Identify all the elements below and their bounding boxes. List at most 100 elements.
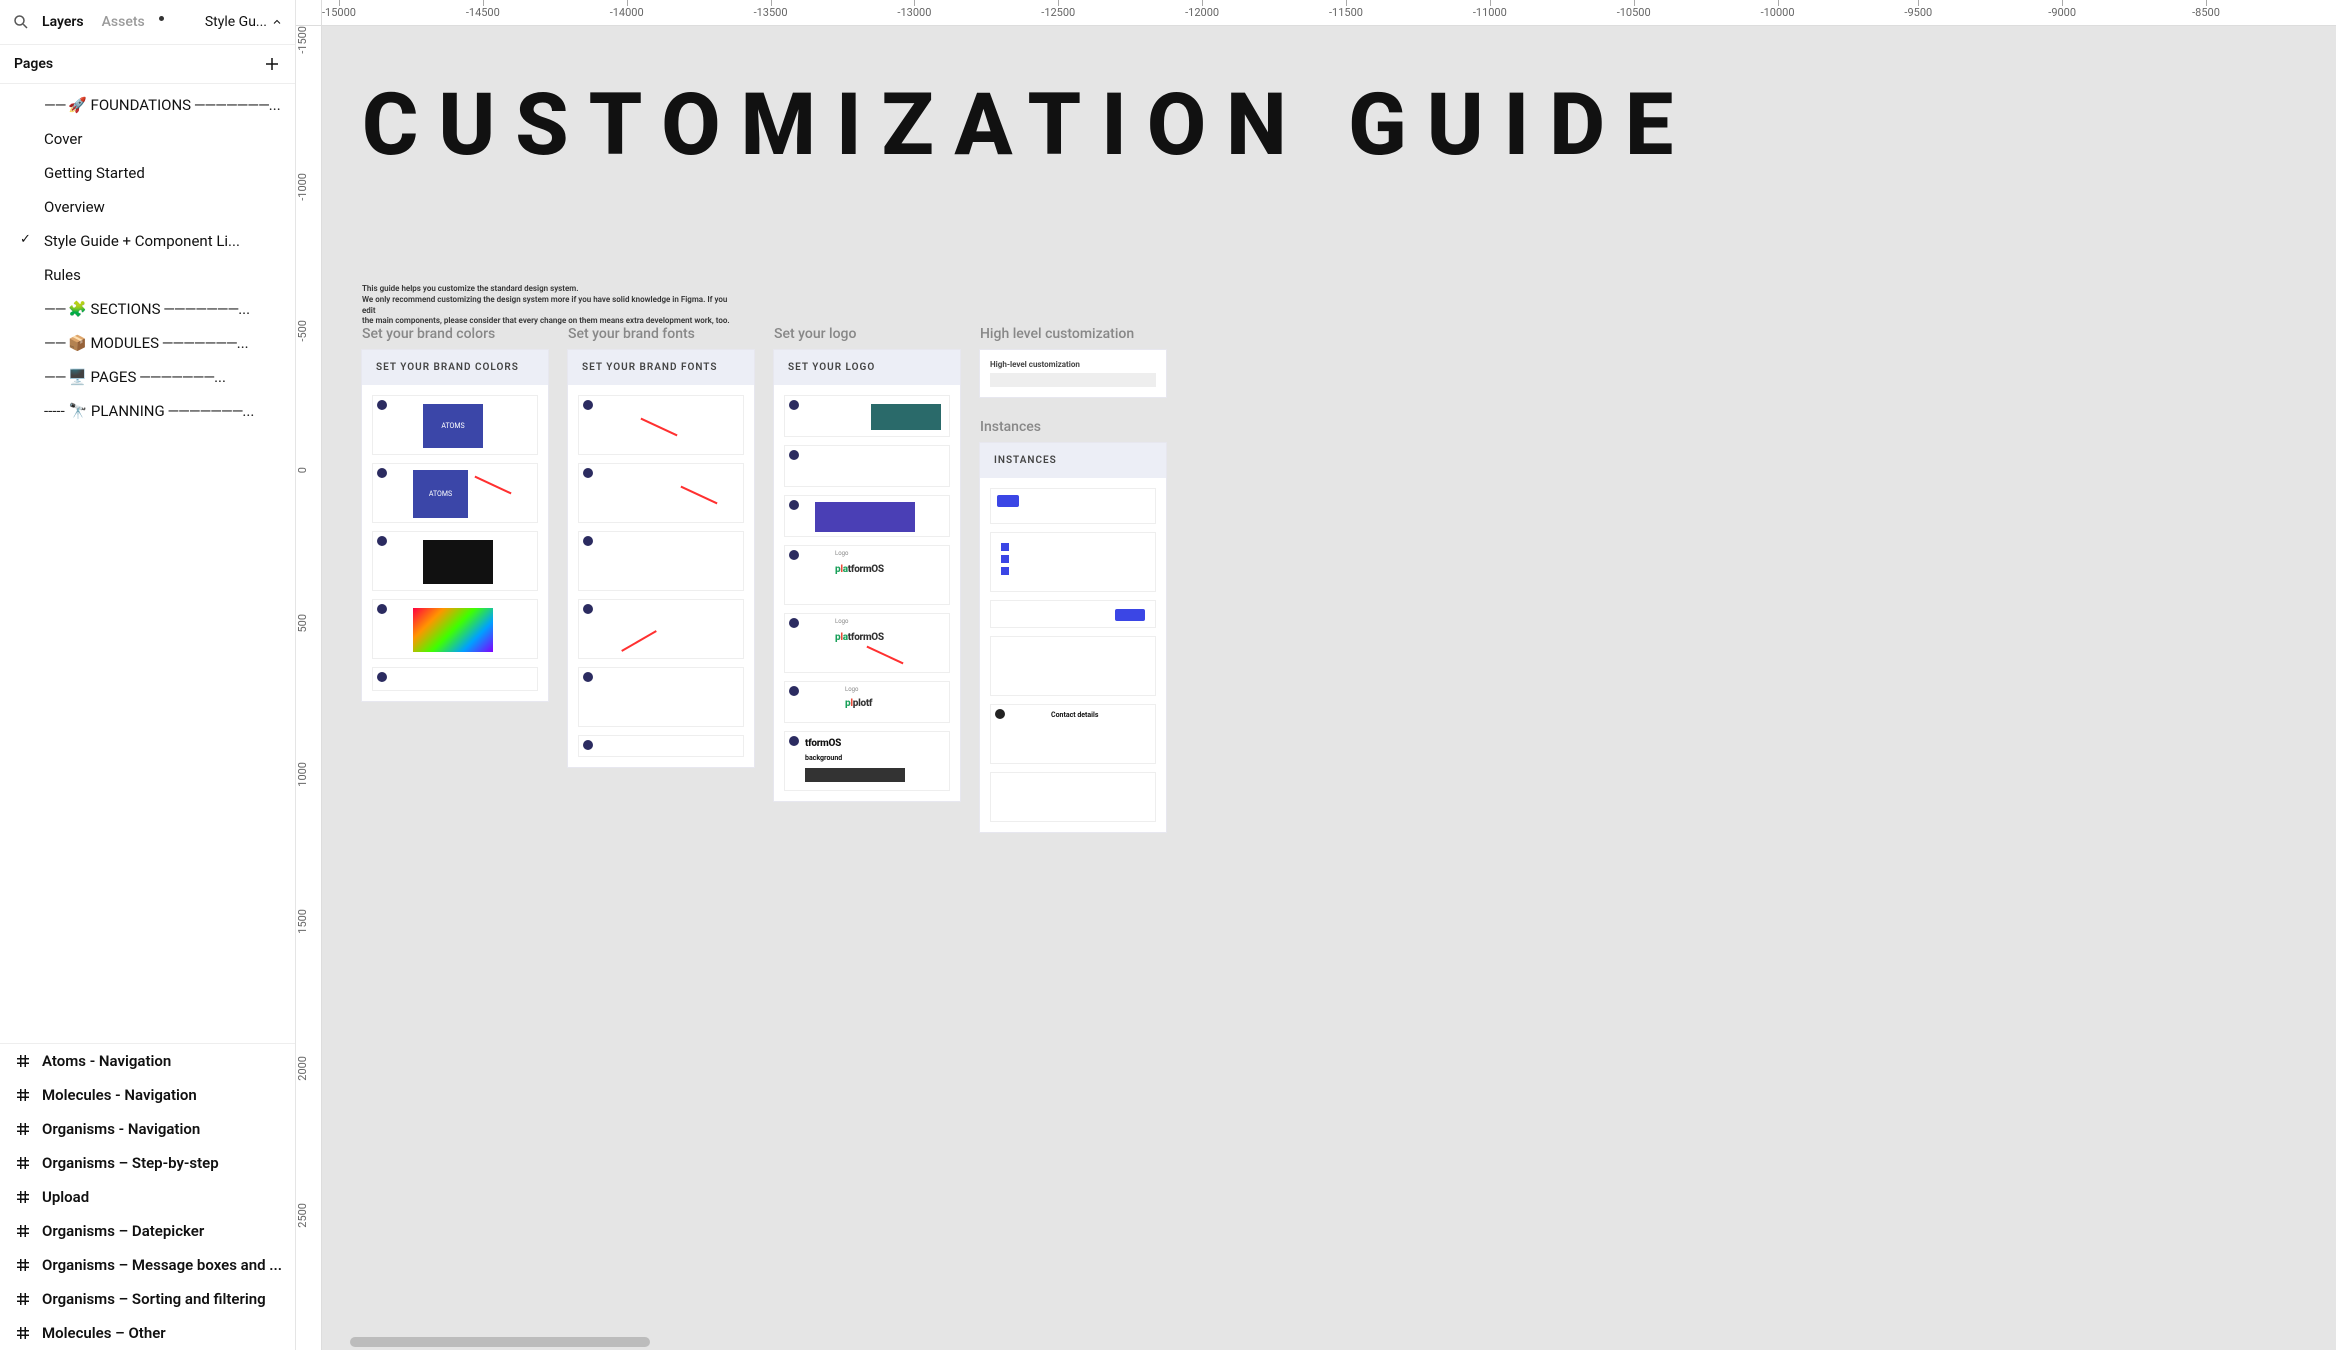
column-title: Set your logo	[774, 326, 960, 342]
frames-list: Atoms - NavigationMolecules - Navigation…	[0, 1043, 295, 1350]
frame-item[interactable]: Upload	[0, 1180, 295, 1214]
logo-preview: platformOS	[835, 632, 884, 643]
frame-icon	[14, 1290, 32, 1308]
horizontal-scrollbar[interactable]	[350, 1337, 2330, 1347]
frame-item[interactable]: Molecules – Other	[0, 1316, 295, 1350]
ruler-tick: -13500	[754, 0, 788, 25]
logo-label: Logo	[835, 550, 848, 557]
page-item[interactable]: Rules	[0, 258, 295, 292]
column-title: High level customization	[980, 326, 1166, 342]
left-sidebar: Layers Assets Style Gu... Pages 🚀 FOUNDA…	[0, 0, 296, 1350]
column-title: Set your brand fonts	[568, 326, 754, 342]
page-dropdown-label: Style Gu...	[205, 14, 267, 30]
frame-logo[interactable]: SET YOUR LOGO Logo plaplatformOStformOS …	[774, 350, 960, 801]
page-item[interactable]: 🔭 PLANNING...	[0, 394, 295, 428]
ruler-vertical: -1500-1000-500050010001500200025003000	[296, 26, 322, 1350]
ruler-tick: -500	[296, 320, 321, 342]
ruler-tick: 1500	[296, 909, 321, 934]
page-item[interactable]: Getting Started	[0, 156, 295, 190]
canvas-viewport[interactable]: CUSTOMIZATION GUIDE This guide helps you…	[322, 26, 2336, 1350]
frame-brand-fonts[interactable]: SET YOUR BRAND FONTS	[568, 350, 754, 767]
frame-icon	[14, 1086, 32, 1104]
frame-icon	[14, 1188, 32, 1206]
frame-item[interactable]: Atoms - Navigation	[0, 1044, 295, 1078]
frame-icon	[14, 1222, 32, 1240]
frame-item[interactable]: Molecules - Navigation	[0, 1078, 295, 1112]
frame-brand-colors[interactable]: SET YOUR BRAND COLORS ATOMS ATOMS	[362, 350, 548, 701]
card-header: INSTANCES	[980, 443, 1166, 478]
page-item[interactable]: 📦 MODULES...	[0, 326, 295, 360]
chevron-up-icon	[271, 16, 283, 28]
card-body	[568, 385, 754, 767]
frame-item[interactable]: Organisms - Navigation	[0, 1112, 295, 1146]
page-item[interactable]: 🚀 FOUNDATIONS...	[0, 88, 295, 122]
atoms-swatch: ATOMS	[423, 404, 483, 448]
intro-text: This guide helps you customize the stand…	[362, 284, 742, 327]
pages-header: Pages	[0, 45, 295, 84]
page-item[interactable]: 🖥️ PAGES...	[0, 360, 295, 394]
ruler-tick: -13000	[897, 0, 931, 25]
atoms-swatch: ATOMS	[413, 470, 468, 518]
card-header: SET YOUR BRAND COLORS	[362, 350, 548, 385]
intro-line: This guide helps you customize the stand…	[362, 284, 742, 295]
frame-icon	[14, 1052, 32, 1070]
logo-preview: plaplatformOStformOS	[835, 564, 884, 575]
logo-preview-short: plplotf	[845, 698, 872, 709]
frame-icon	[14, 1154, 32, 1172]
add-page-icon[interactable]	[263, 55, 281, 73]
page-dropdown[interactable]: Style Gu...	[205, 14, 283, 30]
contact-label: Contact details	[1051, 711, 1098, 719]
page-item[interactable]: Cover	[0, 122, 295, 156]
page-item[interactable]: Style Guide + Component Li...	[0, 224, 295, 258]
card-body: Logo plaplatformOStformOS Logo platformO…	[774, 385, 960, 801]
logo-label: Logo	[835, 618, 848, 625]
logo-preview-alt: tformOS	[805, 738, 841, 749]
column-high-level: High level customization High-level cust…	[980, 326, 1166, 832]
scrollbar-thumb[interactable]	[350, 1337, 650, 1347]
frame-item[interactable]: Organisms – Sorting and filtering	[0, 1282, 295, 1316]
card-header: SET YOUR LOGO	[774, 350, 960, 385]
frame-item[interactable]: Organisms – Datepicker	[0, 1214, 295, 1248]
ruler-tick: -10500	[1617, 0, 1651, 25]
frame-instances[interactable]: INSTANCES	[980, 443, 1166, 832]
column-brand-colors: Set your brand colors SET YOUR BRAND COL…	[362, 326, 548, 701]
ruler-tick: 0	[296, 467, 321, 473]
ruler-corner	[296, 0, 322, 26]
column-logo: Set your logo SET YOUR LOGO Logo plaplat…	[774, 326, 960, 801]
frame-icon	[14, 1256, 32, 1274]
assets-indicator-dot	[159, 16, 164, 21]
sidebar-tabs: Layers Assets Style Gu...	[0, 0, 295, 45]
card-body: ATOMS ATOMS	[362, 385, 548, 701]
frame-item[interactable]: Organisms – Step-by-step	[0, 1146, 295, 1180]
ruler-tick: 500	[296, 614, 321, 633]
intro-line: We only recommend customizing the design…	[362, 295, 742, 317]
frame-icon	[14, 1324, 32, 1342]
pages-list: 🚀 FOUNDATIONS...CoverGetting StartedOver…	[0, 84, 295, 1043]
page-item[interactable]: 🧩 SECTIONS...	[0, 292, 295, 326]
ruler-tick: -10000	[1761, 0, 1795, 25]
page-item[interactable]: Overview	[0, 190, 295, 224]
frame-high-level[interactable]: High-level customization	[980, 350, 1166, 397]
ruler-tick: -12500	[1041, 0, 1075, 25]
ruler-tick: -11500	[1329, 0, 1363, 25]
ruler-tick: 2500	[296, 1203, 321, 1228]
column-title: Instances	[980, 419, 1166, 435]
tab-layers[interactable]: Layers	[36, 8, 90, 36]
ruler-tick: -14500	[466, 0, 500, 25]
ruler-tick: -1500	[296, 26, 321, 54]
canvas-area[interactable]: -15000-14500-14000-13500-13000-12500-120…	[296, 0, 2336, 1350]
search-icon[interactable]	[12, 13, 30, 31]
card-body: Contact details	[980, 478, 1166, 832]
pages-header-label: Pages	[14, 56, 53, 72]
bg-label: background	[805, 754, 842, 762]
ruler-tick: -11000	[1473, 0, 1507, 25]
ruler-tick: -9500	[1904, 0, 1932, 25]
ruler-tick: -14000	[610, 0, 644, 25]
column-brand-fonts: Set your brand fonts SET YOUR BRAND FONT…	[568, 326, 754, 767]
ruler-tick: -8500	[2192, 0, 2220, 25]
card-header: SET YOUR BRAND FONTS	[568, 350, 754, 385]
frame-icon	[14, 1120, 32, 1138]
tab-assets[interactable]: Assets	[96, 8, 151, 36]
frame-item[interactable]: Organisms – Message boxes and ...	[0, 1248, 295, 1282]
logo-label: Logo	[845, 686, 858, 693]
